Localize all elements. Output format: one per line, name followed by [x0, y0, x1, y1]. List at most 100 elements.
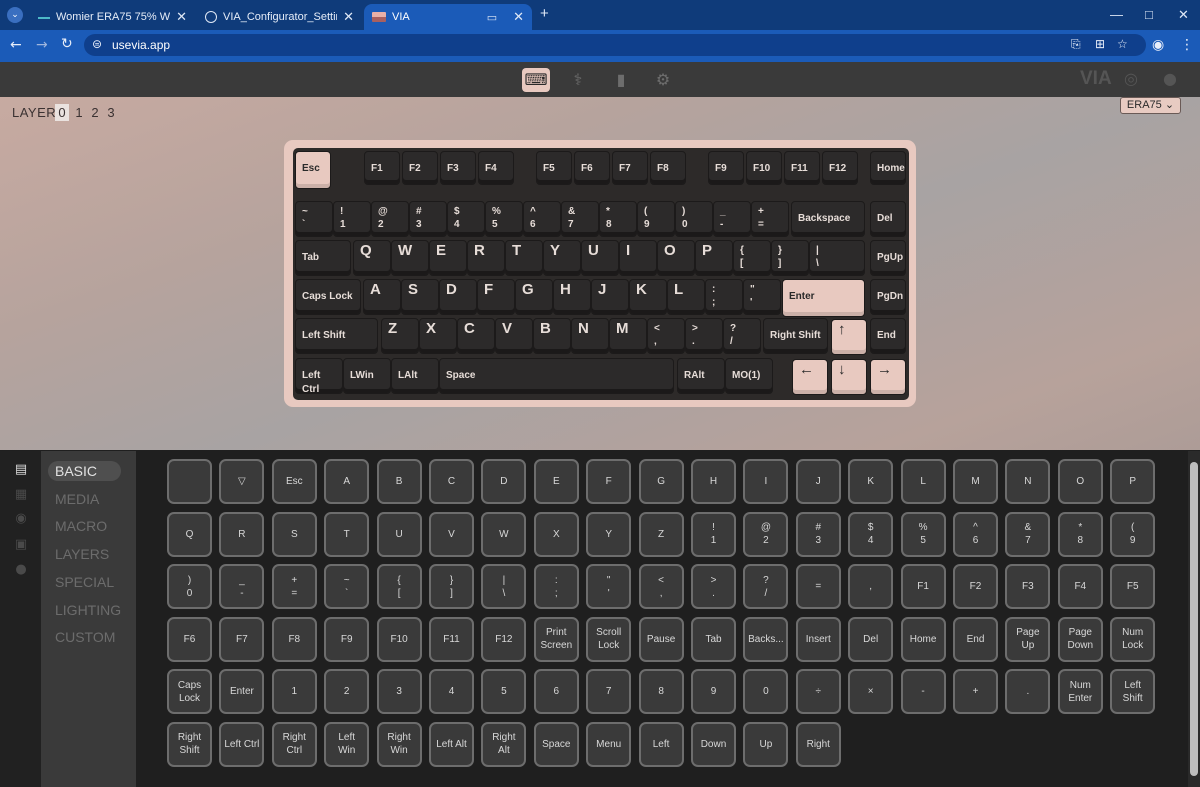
- keycode-button[interactable]: Q: [167, 511, 212, 557]
- keycode-button[interactable]: Del: [848, 616, 894, 662]
- keyboard-key[interactable]: F9: [708, 151, 744, 185]
- layer-0-button[interactable]: 0: [55, 104, 69, 121]
- keycode-button[interactable]: & 7: [1005, 511, 1051, 557]
- keycode-button[interactable]: 7: [586, 669, 632, 714]
- keyboard-key[interactable]: End: [870, 318, 906, 354]
- keycode-button[interactable]: _ -: [219, 564, 265, 609]
- settings-gear-icon[interactable]: ⚙: [649, 68, 677, 92]
- keycode-button[interactable]: Left: [638, 721, 684, 767]
- keycode-button[interactable]: Print Screen: [533, 616, 579, 662]
- keycode-button[interactable]: 4: [429, 669, 474, 714]
- category-layers[interactable]: LAYERS: [48, 544, 121, 564]
- keyboard-key[interactable]: F3: [440, 151, 476, 185]
- keycode-button[interactable]: Left Ctrl: [219, 721, 265, 767]
- keyboard-key[interactable]: <,: [647, 318, 685, 354]
- keycode-button[interactable]: " ': [586, 564, 632, 609]
- keyboard-key[interactable]: F8: [650, 151, 686, 185]
- keycode-button[interactable]: F7: [219, 616, 265, 662]
- keyboard-key[interactable]: PgDn: [870, 279, 906, 315]
- keycode-button[interactable]: F6: [167, 616, 212, 662]
- back-arrow-icon[interactable]: ←: [10, 37, 22, 53]
- keycode-button[interactable]: +: [953, 669, 998, 714]
- keycode-button[interactable]: ? /: [743, 564, 789, 609]
- keycode-button[interactable]: 8: [638, 669, 684, 714]
- keyboard-key[interactable]: Backspace: [791, 201, 865, 237]
- keyboard-key[interactable]: " ': [743, 279, 781, 315]
- keycode-button[interactable]: Up: [743, 721, 789, 767]
- menu-dots-icon[interactable]: ⋮: [1180, 37, 1194, 53]
- keyboard-key[interactable]: #3: [409, 201, 447, 237]
- keyboard-key[interactable]: RAlt: [677, 358, 725, 394]
- keyboard-key[interactable]: M: [609, 318, 647, 354]
- keycode-button[interactable]: F11: [429, 616, 474, 662]
- keycode-button[interactable]: #3: [795, 511, 841, 557]
- keyboard-key[interactable]: Del: [870, 201, 906, 237]
- tab-via-guide[interactable]: VIA_Configurator_Settings_Gui ✕: [197, 4, 362, 30]
- keycode-button[interactable]: G: [638, 459, 684, 504]
- category-special[interactable]: SPECIAL: [48, 572, 121, 592]
- keycode-button[interactable]: B: [376, 459, 422, 504]
- keycode-button[interactable]: {[: [376, 564, 422, 609]
- keyboard-key[interactable]: I: [619, 240, 657, 276]
- keycode-button[interactable]: A: [324, 459, 370, 504]
- keycode-button[interactable]: $4: [848, 511, 894, 557]
- keyboard-key[interactable]: LAlt: [391, 358, 439, 394]
- url-text[interactable]: usevia.app: [112, 38, 170, 52]
- keycode-button[interactable]: Page Up: [1005, 616, 1051, 662]
- keyboard-key[interactable]: :;: [705, 279, 743, 315]
- keycode-button[interactable]: F: [586, 459, 632, 504]
- layouts-icon[interactable]: ▦: [14, 488, 28, 502]
- keycode-button[interactable]: Num Lock: [1110, 616, 1156, 662]
- keycode-button[interactable]: C: [429, 459, 474, 504]
- category-lighting[interactable]: LIGHTING: [48, 600, 121, 620]
- keycode-button[interactable]: T: [324, 511, 370, 557]
- github-icon[interactable]: ●: [1163, 69, 1177, 88]
- keycode-button[interactable]: 5: [481, 669, 527, 714]
- keycode-button[interactable]: ÷: [795, 669, 841, 714]
- keyboard-key[interactable]: W: [391, 240, 429, 276]
- keyboard-key[interactable]: F1: [364, 151, 400, 185]
- keycode-button[interactable]: ! 1: [691, 511, 736, 557]
- category-basic[interactable]: BASIC: [48, 461, 121, 481]
- keycode-button[interactable]: Right Shift: [167, 721, 212, 767]
- close-tab-icon[interactable]: ✕: [176, 9, 187, 25]
- keyboard-key[interactable]: →: [870, 359, 906, 395]
- keycode-button[interactable]: Num Enter: [1057, 669, 1103, 714]
- keycode-button[interactable]: ) 0: [167, 564, 212, 609]
- keyboard-key[interactable]: ^ 6: [523, 201, 561, 237]
- keycode-button[interactable]: W: [481, 511, 527, 557]
- keyboard-key[interactable]: Z: [381, 318, 419, 354]
- keycode-button[interactable]: ^ 6: [953, 511, 998, 557]
- keycode-button[interactable]: (9: [1110, 511, 1156, 557]
- stethoscope-icon[interactable]: ⚕: [564, 68, 592, 92]
- keycode-button[interactable]: D: [481, 459, 527, 504]
- forward-arrow-icon[interactable]: →: [36, 37, 48, 53]
- category-macro[interactable]: MACRO: [48, 516, 121, 536]
- keycode-button[interactable]: N: [1005, 459, 1051, 504]
- keyboard-key[interactable]: LWin: [343, 358, 391, 394]
- keycode-button[interactable]: Tab: [691, 616, 736, 662]
- keycode-button[interactable]: Z: [638, 511, 684, 557]
- account-icon[interactable]: ◉: [1152, 37, 1164, 53]
- keyboard-key[interactable]: J: [591, 279, 629, 315]
- keycode-button[interactable]: F1: [900, 564, 946, 609]
- keyboard-key[interactable]: Space: [439, 358, 674, 394]
- keycode-button[interactable]: U: [376, 511, 422, 557]
- via-logo[interactable]: VIA: [1080, 68, 1112, 90]
- keycode-button[interactable]: F2: [953, 564, 998, 609]
- layer-3-button[interactable]: 3: [104, 104, 118, 121]
- keycode-button[interactable]: + =: [271, 564, 317, 609]
- keyboard-key[interactable]: $4: [447, 201, 485, 237]
- reload-icon[interactable]: ↻: [61, 36, 73, 52]
- keycode-button[interactable]: Down: [691, 721, 736, 767]
- keyboard-key[interactable]: Left Ctrl: [295, 358, 343, 395]
- category-custom[interactable]: CUSTOM: [48, 627, 121, 647]
- keyboard-key[interactable]: E: [429, 240, 467, 276]
- keycode-button[interactable]: Esc: [271, 459, 317, 504]
- keycode-button[interactable]: F12: [481, 616, 527, 662]
- keycode-button[interactable]: -: [900, 669, 946, 714]
- keyboard-key[interactable]: ↓: [831, 359, 867, 395]
- keyboard-key[interactable]: G: [515, 279, 553, 315]
- keycode-button[interactable]: Left Shift: [1110, 669, 1156, 714]
- keycode-button[interactable]: I: [743, 459, 789, 504]
